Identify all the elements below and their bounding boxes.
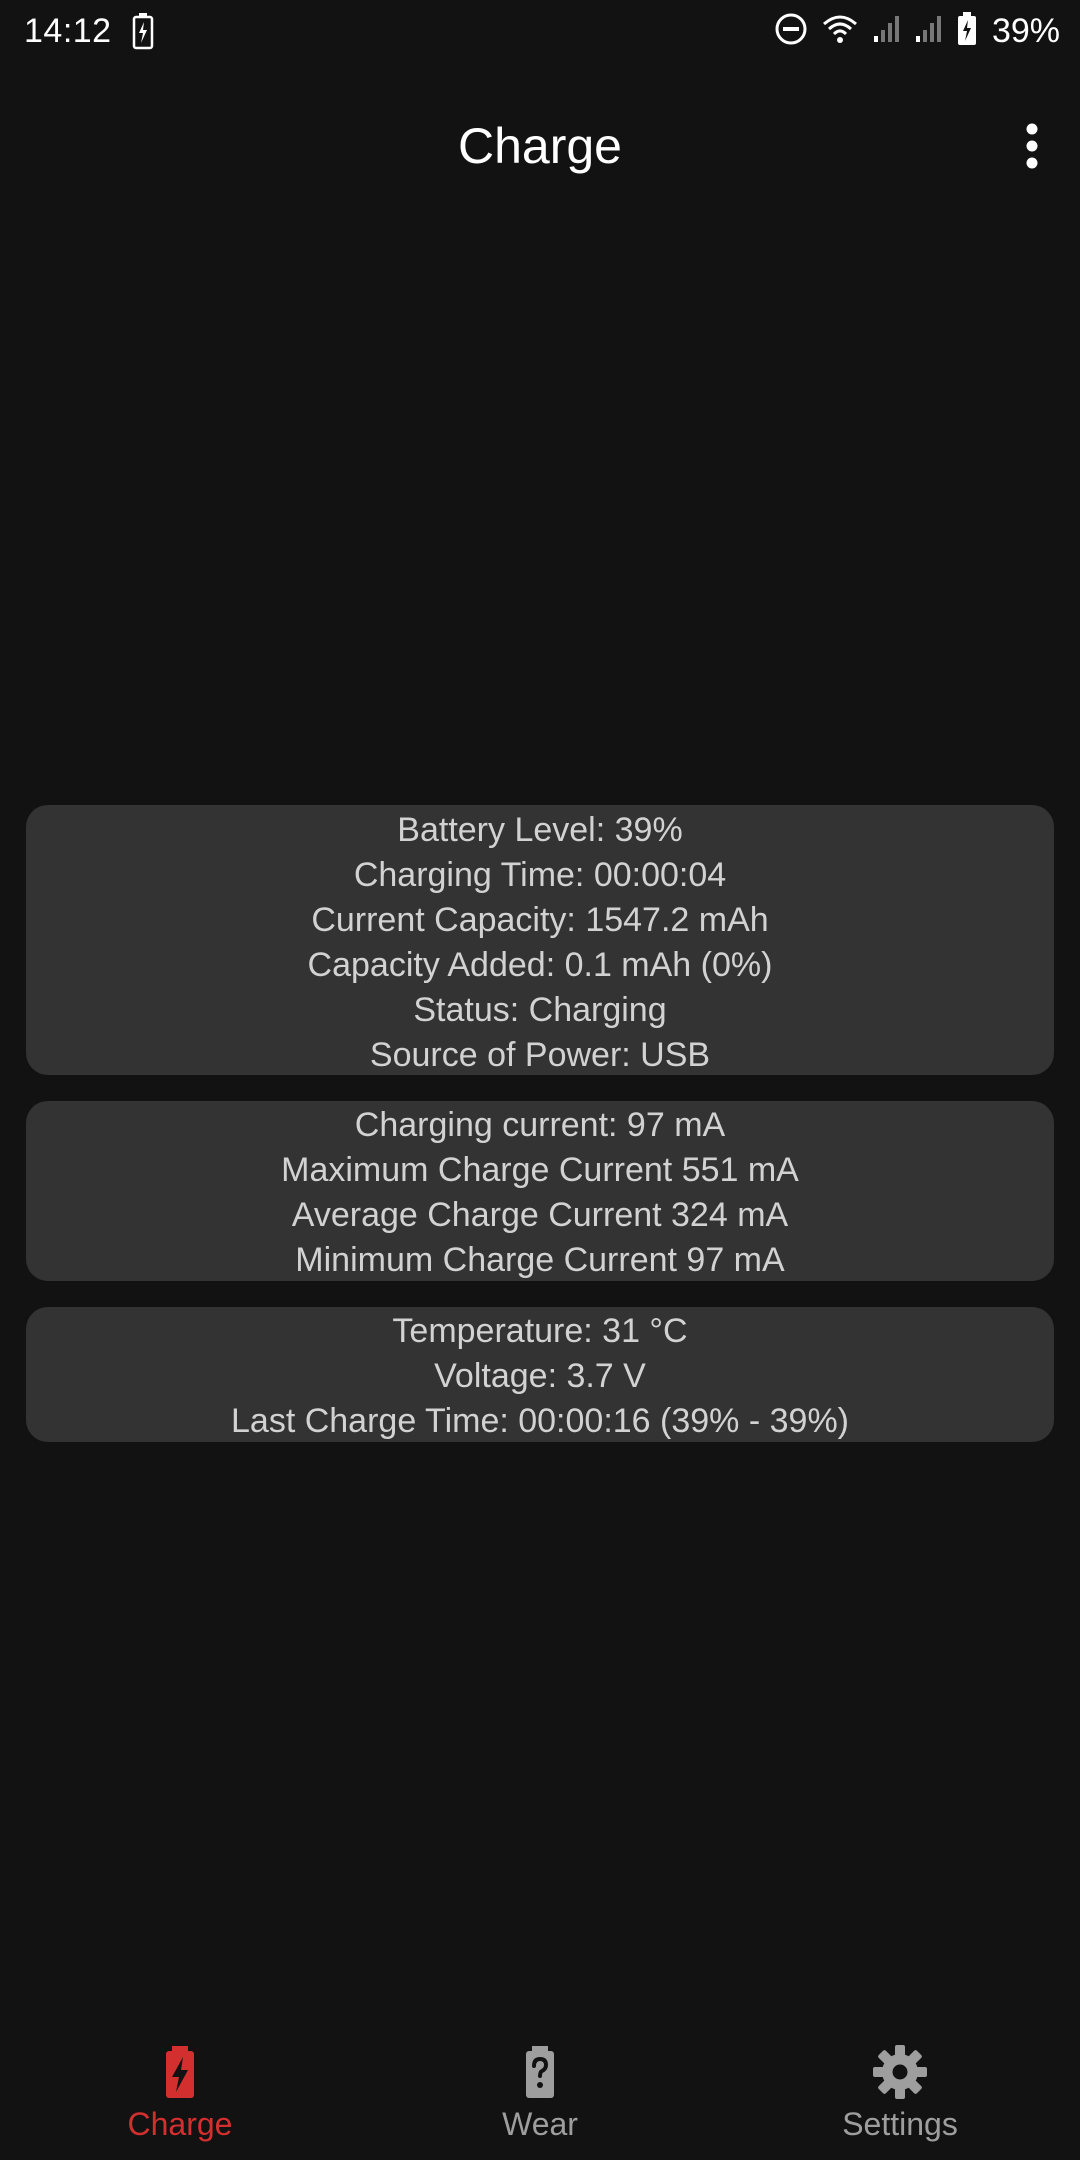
avg-current-text: Average Charge Current 324 mA [291, 1196, 789, 1234]
page-title: Charge [458, 118, 622, 174]
current-capacity-text: Current Capacity: 1547.2 mAh [311, 901, 769, 939]
overflow-menu-button[interactable] [1012, 118, 1052, 174]
wifi-icon [822, 14, 858, 49]
status-icons: 39% [774, 10, 1060, 52]
status-bar: 14:12 39% [0, 0, 1080, 62]
max-current-text: Maximum Charge Current 551 mA [281, 1151, 799, 1189]
battery-info-card: Battery Level: 39% Charging Time: 00:00:… [26, 805, 1054, 1075]
bottom-navigation: Charge Wear Settings [0, 2000, 1080, 2160]
battery-icon [956, 11, 978, 52]
gear-icon [870, 2042, 930, 2102]
capacity-added-text: Capacity Added: 0.1 mAh (0%) [307, 946, 773, 984]
temperature-voltage-card: Temperature: 31 °C Voltage: 3.7 V Last C… [26, 1307, 1054, 1442]
status-time: 14:12 [24, 12, 112, 50]
nav-item-wear[interactable]: Wear [360, 2002, 720, 2152]
more-vert-icon [1026, 123, 1038, 169]
min-current-text: Minimum Charge Current 97 mA [295, 1241, 785, 1279]
app-bar: Charge [0, 90, 1080, 202]
voltage-text: Voltage: 3.7 V [434, 1357, 646, 1395]
nav-item-charge[interactable]: Charge [0, 2002, 360, 2152]
signal-icon [872, 14, 900, 49]
battery-unknown-icon [510, 2042, 570, 2102]
nav-label-charge: Charge [127, 2106, 233, 2142]
battery-charging-icon [132, 12, 154, 55]
nav-label-settings: Settings [842, 2106, 958, 2142]
last-charge-time-text: Last Charge Time: 00:00:16 (39% - 39%) [231, 1402, 849, 1440]
battery-level-text: Battery Level: 39% [397, 811, 683, 849]
power-source-text: Source of Power: USB [369, 1036, 711, 1074]
signal-icon [914, 14, 942, 49]
battery-charging-icon [150, 2042, 210, 2102]
charging-time-text: Charging Time: 00:00:04 [353, 856, 727, 894]
charging-current-text: Charging current: 97 mA [354, 1106, 726, 1144]
nav-label-wear: Wear [502, 2106, 578, 2142]
temperature-text: Temperature: 31 °C [392, 1312, 688, 1350]
status-text: Status: Charging [413, 991, 667, 1029]
nav-item-settings[interactable]: Settings [720, 2002, 1080, 2152]
battery-percent: 39% [991, 12, 1060, 50]
charge-current-card: Charging current: 97 mA Maximum Charge C… [26, 1101, 1054, 1281]
do-not-disturb-icon [774, 12, 808, 51]
